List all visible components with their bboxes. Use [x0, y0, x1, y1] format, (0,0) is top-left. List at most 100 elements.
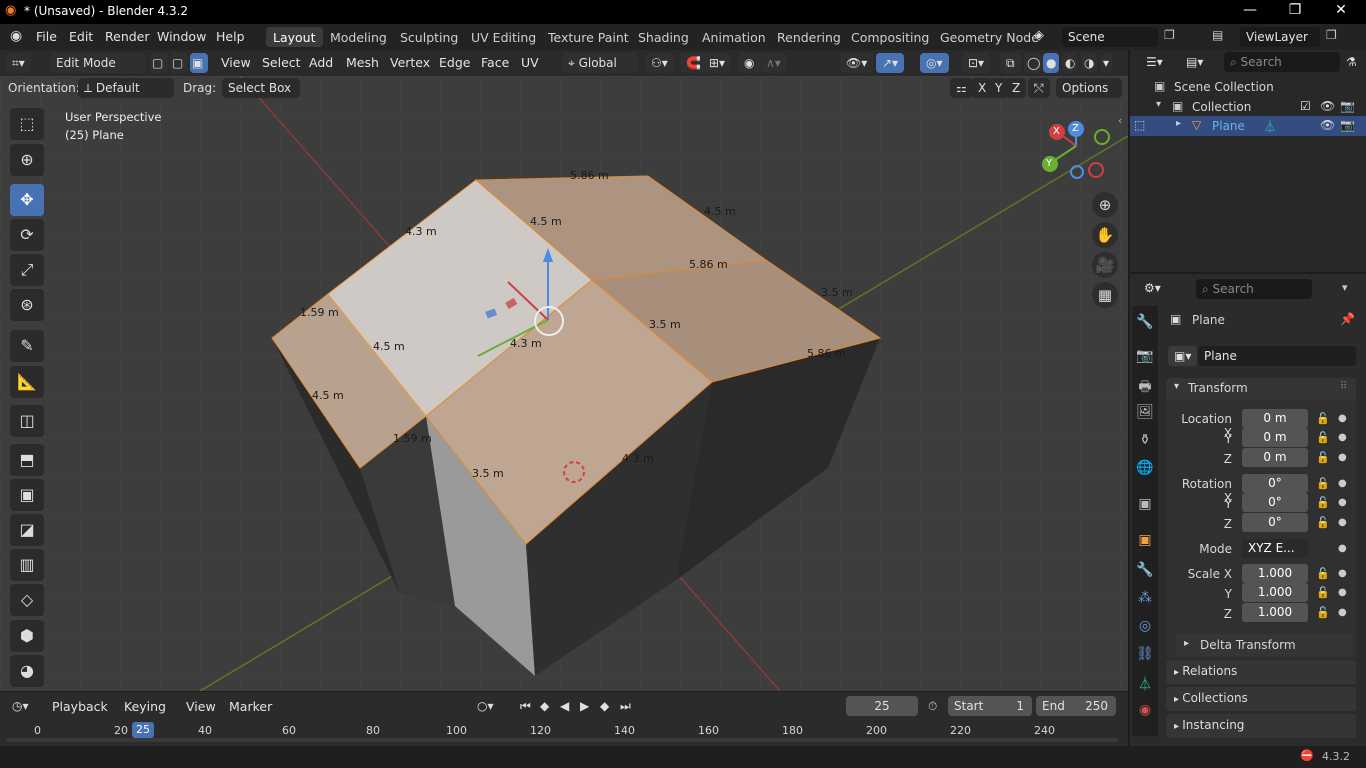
- menu-help[interactable]: Help: [216, 29, 245, 44]
- rotation-mode-selector[interactable]: XYZ E...: [1242, 539, 1308, 558]
- plane-visibility-eye-icon[interactable]: 👁: [1320, 118, 1335, 132]
- prev-keyframe-icon[interactable]: ◆: [536, 696, 554, 716]
- timeline-editor-type-icon[interactable]: ◷▾: [6, 696, 35, 716]
- lock-icon[interactable]: 🔓: [1316, 451, 1330, 464]
- keyframe-dot-icon[interactable]: ●: [1338, 478, 1347, 489]
- ortho-toggle-icon[interactable]: ▦: [1092, 282, 1118, 308]
- tab-modeling[interactable]: Modeling: [323, 27, 394, 47]
- timeline-view-menu[interactable]: View: [186, 699, 216, 714]
- mesh-data-icon[interactable]: ⏃: [1264, 118, 1276, 135]
- outliner-row-collection[interactable]: ▾ ▣ Collection ☑ 👁 📷: [1130, 97, 1366, 117]
- auto-merge-icon[interactable]: ⤲: [1028, 78, 1050, 98]
- loop-cut-tool-icon[interactable]: ▥: [10, 549, 44, 581]
- menu-render[interactable]: Render: [105, 29, 150, 44]
- menu-view[interactable]: View: [221, 55, 251, 70]
- shading-options-icon[interactable]: ▾: [1100, 53, 1113, 73]
- annotate-tool-icon[interactable]: ✎: [10, 330, 44, 362]
- tab-sculpting[interactable]: Sculpting: [393, 27, 465, 47]
- lock-icon[interactable]: 🔓: [1316, 477, 1330, 490]
- menu-file[interactable]: File: [36, 29, 57, 44]
- expand-chevron-right-icon[interactable]: ▸: [1176, 118, 1181, 129]
- overlay-toggle-icon[interactable]: ◎▾: [920, 53, 949, 73]
- viewlayer-selector[interactable]: ViewLayer: [1240, 27, 1320, 47]
- lock-icon[interactable]: 🔓: [1316, 412, 1330, 425]
- maximize-button[interactable]: ❐: [1272, 2, 1318, 18]
- drag-selector[interactable]: Select Box: [222, 78, 300, 98]
- keyframe-dot-icon[interactable]: ●: [1338, 568, 1347, 579]
- keyframe-dot-icon[interactable]: ●: [1338, 607, 1347, 618]
- move-tool-icon[interactable]: ✥: [10, 184, 44, 216]
- next-keyframe-icon[interactable]: ◆: [596, 696, 614, 716]
- add-cube-tool-icon[interactable]: ◫: [10, 405, 44, 437]
- outliner-search-input[interactable]: ⌕ Search: [1224, 52, 1340, 72]
- mirror-icon[interactable]: ⚏: [950, 78, 973, 98]
- outliner-editor-type-icon[interactable]: ☰▾: [1140, 52, 1169, 72]
- menu-vertex[interactable]: Vertex: [390, 55, 430, 70]
- 3d-viewport[interactable]: X Y Z User Perspective (25) Plane 5.86 m…: [0, 76, 1128, 691]
- collection-visibility-eye-icon[interactable]: 👁: [1320, 99, 1335, 113]
- location-z-field[interactable]: 0 m: [1242, 448, 1308, 467]
- measure-tool-icon[interactable]: 📐: [10, 366, 44, 398]
- tab-layout[interactable]: Layout: [266, 27, 323, 47]
- playhead-marker[interactable]: 25: [132, 722, 154, 738]
- edge-select-icon[interactable]: ▢: [170, 53, 188, 73]
- scale-tool-icon[interactable]: ⤢: [10, 254, 44, 286]
- object-name-field[interactable]: Plane: [1198, 346, 1356, 366]
- view-layer-tab-icon[interactable]: 🖼: [1134, 404, 1156, 428]
- inset-tool-icon[interactable]: ▣: [10, 479, 44, 511]
- outliner-editor[interactable]: ☰▾ ▤▾ ⌕ Search ⚗ ▣ Scene Collection ▾ ▣ …: [1130, 50, 1366, 272]
- scale-x-field[interactable]: 1.000: [1242, 564, 1308, 583]
- plane-render-camera-icon[interactable]: 📷: [1340, 118, 1355, 132]
- jump-end-icon[interactable]: ⏭: [616, 696, 635, 716]
- timeline-playback-menu[interactable]: Playback: [52, 699, 108, 714]
- menu-edge[interactable]: Edge: [439, 55, 470, 70]
- particles-tab-icon[interactable]: ⁂: [1134, 590, 1156, 614]
- sidebar-toggle-icon[interactable]: ‹: [1118, 114, 1122, 127]
- instancing-panel[interactable]: ▸ Instancing: [1166, 714, 1356, 738]
- outliner-row-plane[interactable]: ⬚ ▸ ▽ Plane ⏃ 👁 📷: [1130, 116, 1366, 136]
- world-tab-icon[interactable]: 🌐: [1134, 460, 1156, 484]
- new-scene-icon[interactable]: ❐: [1164, 28, 1175, 42]
- pan-hand-icon[interactable]: ✋: [1092, 222, 1118, 248]
- face-select-icon[interactable]: ▣: [190, 53, 208, 73]
- proportional-edit-icon[interactable]: ◉: [738, 53, 761, 73]
- keyframe-dot-icon[interactable]: ●: [1338, 517, 1347, 528]
- gizmo-toggle-icon[interactable]: ↗▾: [876, 53, 905, 73]
- start-frame-field[interactable]: Start 1: [948, 696, 1032, 716]
- tab-uv-editing[interactable]: UV Editing: [464, 27, 543, 47]
- camera-view-icon[interactable]: 🎥: [1092, 252, 1118, 278]
- preview-range-icon[interactable]: ⏱: [928, 699, 937, 714]
- tab-compositing[interactable]: Compositing: [844, 27, 936, 47]
- outliner-row-scene-collection[interactable]: ▣ Scene Collection: [1130, 77, 1366, 97]
- play-icon[interactable]: ▶: [576, 696, 594, 716]
- scene-tab-icon[interactable]: ⚱: [1134, 432, 1156, 456]
- properties-options-chevron-icon[interactable]: ▾: [1342, 281, 1348, 294]
- spin-tool-icon[interactable]: ◕: [10, 655, 44, 687]
- output-tab-icon[interactable]: 🖶: [1134, 376, 1156, 400]
- rotation-y-field[interactable]: 0°: [1242, 493, 1308, 512]
- falloff-icon[interactable]: ∧▾: [760, 53, 787, 73]
- solid-shading-icon[interactable]: ●: [1043, 53, 1060, 73]
- expand-chevron-down-icon[interactable]: ▾: [1156, 99, 1161, 110]
- keyframe-dot-icon[interactable]: ●: [1338, 432, 1347, 443]
- visibility-icon[interactable]: 👁▾: [840, 53, 874, 73]
- pin-icon[interactable]: 📌: [1340, 312, 1355, 326]
- properties-editor-type-icon[interactable]: ⚙▾: [1138, 278, 1167, 298]
- close-button[interactable]: ✕: [1318, 2, 1364, 18]
- rotate-tool-icon[interactable]: ⟳: [10, 219, 44, 251]
- tab-shading[interactable]: Shading: [631, 27, 696, 47]
- cursor-tool-icon[interactable]: ⊕: [10, 144, 44, 176]
- mirror-z-toggle[interactable]: Z: [1006, 78, 1027, 98]
- material-shading-icon[interactable]: ◐: [1062, 53, 1079, 73]
- select-box-tool-icon[interactable]: ⬚: [10, 108, 44, 140]
- viewport-scene[interactable]: [0, 76, 1128, 691]
- lock-icon[interactable]: 🔓: [1316, 586, 1330, 599]
- keyframe-dot-icon[interactable]: ●: [1338, 452, 1347, 463]
- editor-type-icon[interactable]: ⌗▾: [6, 53, 31, 73]
- new-viewlayer-icon[interactable]: ❐: [1326, 28, 1337, 42]
- wireframe-shading-icon[interactable]: ◯: [1024, 53, 1044, 73]
- transform-tool-icon[interactable]: ⊛: [10, 289, 44, 321]
- rotation-x-field[interactable]: 0°: [1242, 474, 1308, 493]
- tab-texture-paint[interactable]: Texture Paint: [541, 27, 636, 47]
- object-tab-icon[interactable]: ▣: [1134, 532, 1156, 556]
